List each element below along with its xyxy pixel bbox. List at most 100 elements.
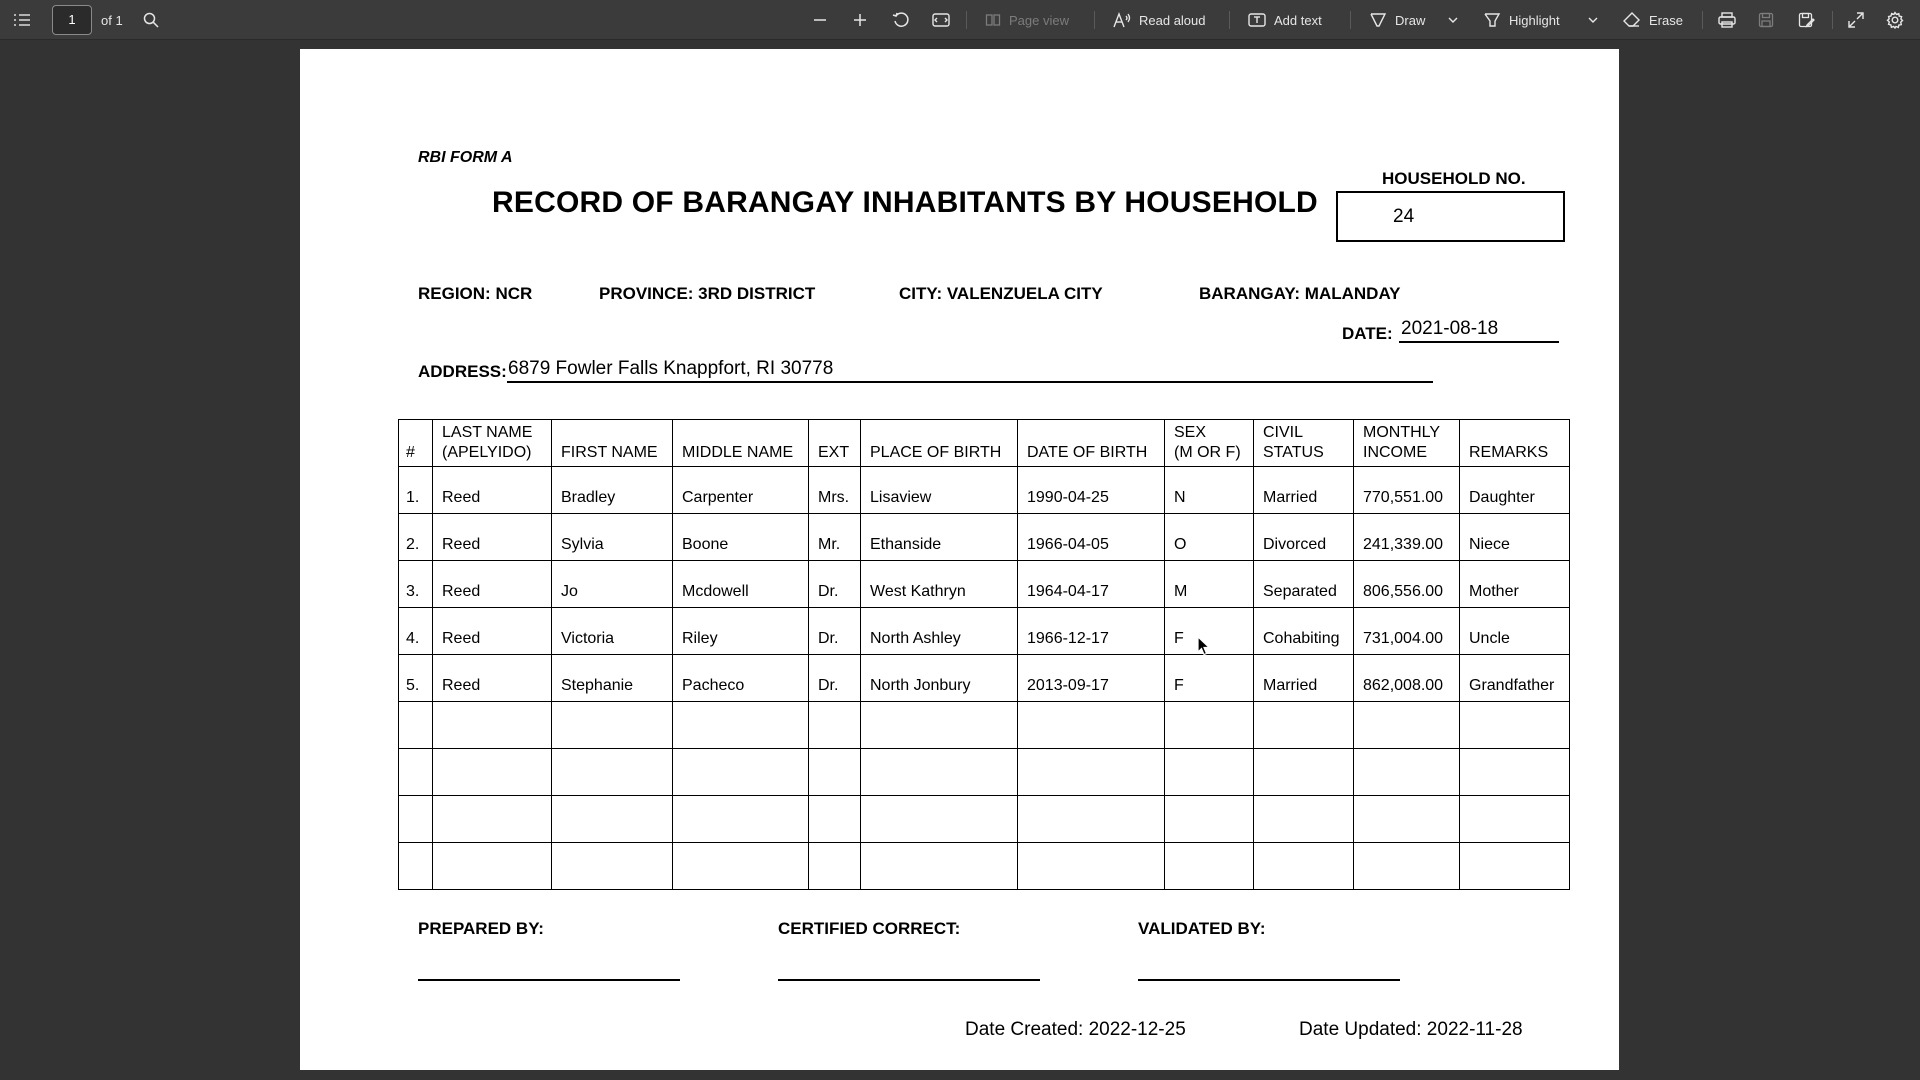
table-cell bbox=[860, 701, 1018, 749]
table-cell bbox=[1353, 842, 1460, 890]
table-cell: Lisaview bbox=[860, 466, 1018, 514]
table-row bbox=[398, 795, 1570, 843]
add-text-icon bbox=[1248, 13, 1266, 27]
read-aloud-label: Read aloud bbox=[1139, 12, 1206, 28]
page-number-input-wrap: 1 bbox=[52, 0, 92, 40]
table-cell bbox=[1164, 701, 1254, 749]
validated-by-signature-line bbox=[1138, 979, 1400, 981]
column-header: REMARKS bbox=[1459, 419, 1570, 467]
table-cell bbox=[1253, 701, 1354, 749]
table-cell: 770,551.00 bbox=[1353, 466, 1460, 514]
table-cell: North Ashley bbox=[860, 607, 1018, 655]
toolbar-divider bbox=[1350, 11, 1351, 29]
table-cell: Dr. bbox=[808, 607, 861, 655]
column-header: PLACE OF BIRTH bbox=[860, 419, 1018, 467]
column-header: EXT bbox=[808, 419, 861, 467]
add-text-label: Add text bbox=[1274, 12, 1322, 28]
province-field: PROVINCE: 3RD DISTRICT bbox=[599, 284, 816, 303]
table-cell: M bbox=[1164, 560, 1254, 608]
table-cell bbox=[1017, 795, 1165, 843]
draw-icon bbox=[1370, 13, 1387, 27]
validated-by-label: VALIDATED BY: bbox=[1138, 919, 1266, 938]
column-header: # bbox=[398, 419, 433, 467]
search-icon[interactable] bbox=[143, 0, 159, 40]
inhabitants-table: # LAST NAME (APELYIDO) FIRST NAME MIDDLE NA… bbox=[398, 419, 1570, 890]
table-cell bbox=[808, 701, 861, 749]
contents-icon[interactable] bbox=[13, 0, 31, 40]
fit-page-icon[interactable] bbox=[932, 0, 950, 40]
save-icon[interactable] bbox=[1758, 0, 1774, 40]
date-created: Date Created: 2022-12-25 bbox=[965, 1019, 1186, 1040]
table-cell: Reed bbox=[432, 560, 552, 608]
toolbar-divider bbox=[966, 11, 967, 29]
draw-label: Draw bbox=[1395, 12, 1426, 28]
draw-button[interactable]: Draw bbox=[1369, 0, 1425, 40]
add-text-button[interactable]: Add text bbox=[1248, 0, 1322, 40]
table-row: 2. Reed Sylvia Boone Mr. Ethanside 1966-04-05 O… bbox=[398, 513, 1570, 561]
table-cell: Riley bbox=[672, 607, 809, 655]
table-cell bbox=[1353, 748, 1460, 796]
prepared-by-label: PREPARED BY: bbox=[418, 919, 544, 938]
table-cell bbox=[1459, 842, 1570, 890]
table-cell bbox=[1459, 748, 1570, 796]
date-value: 2021-08-18 bbox=[1399, 318, 1559, 343]
toolbar-divider bbox=[1094, 11, 1095, 29]
table-cell: Dr. bbox=[808, 654, 861, 702]
settings-gear-icon[interactable] bbox=[1886, 0, 1904, 40]
table-cell bbox=[1017, 842, 1165, 890]
table-cell: Carpenter bbox=[672, 466, 809, 514]
table-cell: Stephanie bbox=[551, 654, 673, 702]
table-cell bbox=[398, 842, 433, 890]
read-aloud-button[interactable]: Read aloud bbox=[1113, 0, 1206, 40]
table-cell bbox=[551, 748, 673, 796]
page-total-label: of 1 bbox=[101, 12, 123, 28]
table-row: 4. Reed Victoria Riley Dr. North Ashley 1966-1… bbox=[398, 607, 1570, 655]
draw-options-chevron-icon[interactable] bbox=[1448, 0, 1458, 40]
print-icon[interactable] bbox=[1718, 0, 1736, 40]
table-body: 1. Reed Bradley Carpenter Mrs. Lisaview 1990-0… bbox=[398, 466, 1570, 890]
rotate-icon[interactable] bbox=[892, 0, 910, 40]
table-cell bbox=[808, 748, 861, 796]
page-view-button[interactable]: Page view bbox=[985, 0, 1069, 40]
household-number-label: HOUSEHOLD NO. bbox=[1382, 169, 1526, 188]
table-cell: F bbox=[1164, 654, 1254, 702]
page-number-input[interactable]: 1 bbox=[52, 5, 92, 35]
table-cell: N bbox=[1164, 466, 1254, 514]
highlight-options-chevron-icon[interactable] bbox=[1588, 0, 1598, 40]
zoom-in-icon[interactable] bbox=[852, 0, 868, 40]
table-cell bbox=[672, 795, 809, 843]
table-cell bbox=[672, 842, 809, 890]
zoom-out-icon[interactable] bbox=[812, 0, 828, 40]
table-cell: 5. bbox=[398, 654, 433, 702]
table-cell: Daughter bbox=[1459, 466, 1570, 514]
table-cell: Mother bbox=[1459, 560, 1570, 608]
table-cell bbox=[860, 842, 1018, 890]
table-cell: Jo bbox=[551, 560, 673, 608]
table-cell bbox=[1253, 795, 1354, 843]
column-header: FIRST NAME bbox=[551, 419, 673, 467]
toolbar-divider bbox=[1832, 11, 1833, 29]
fullscreen-icon[interactable] bbox=[1848, 0, 1864, 40]
table-cell: 1. bbox=[398, 466, 433, 514]
table-cell: Pacheco bbox=[672, 654, 809, 702]
table-cell: Separated bbox=[1253, 560, 1354, 608]
column-header: LAST NAME (APELYIDO) bbox=[432, 419, 552, 467]
save-as-icon[interactable] bbox=[1798, 0, 1815, 40]
prepared-by-signature-line bbox=[418, 979, 680, 981]
erase-button[interactable]: Erase bbox=[1623, 0, 1683, 40]
table-cell bbox=[398, 701, 433, 749]
table-cell bbox=[1017, 748, 1165, 796]
table-cell bbox=[398, 795, 433, 843]
table-cell bbox=[551, 701, 673, 749]
table-cell bbox=[1253, 842, 1354, 890]
table-cell: Mrs. bbox=[808, 466, 861, 514]
table-row bbox=[398, 748, 1570, 796]
table-cell: Married bbox=[1253, 654, 1354, 702]
mouse-cursor-icon bbox=[1197, 635, 1211, 661]
address-label: ADDRESS: bbox=[418, 362, 507, 381]
form-code: RBI FORM A bbox=[418, 149, 513, 166]
table-cell bbox=[808, 795, 861, 843]
highlight-button[interactable]: Highlight bbox=[1483, 0, 1560, 40]
date-label: DATE: bbox=[1342, 324, 1393, 343]
column-header: CIVIL STATUS bbox=[1253, 419, 1354, 467]
